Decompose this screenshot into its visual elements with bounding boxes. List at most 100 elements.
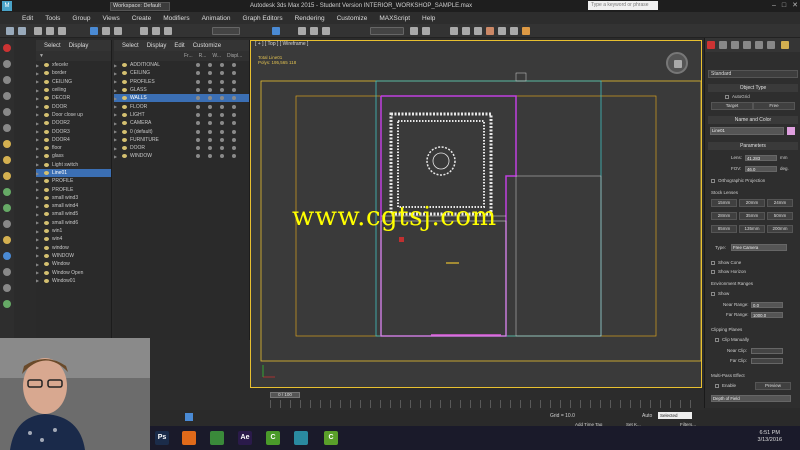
key-selection-dropdown[interactable]: Selected [658, 412, 692, 419]
explorer-row[interactable]: ▶ Window01 [36, 277, 111, 285]
layer-visibility-icon[interactable] [122, 154, 127, 159]
expand-arrow-icon[interactable]: ▶ [36, 129, 40, 134]
rectangular-selection-icon[interactable] [114, 27, 122, 35]
viewcube-face[interactable] [674, 60, 682, 68]
visibility-bulb-icon[interactable] [44, 171, 49, 175]
layer-toggle-icon[interactable] [208, 129, 212, 134]
preview-button[interactable]: Preview [755, 382, 791, 390]
menu-modifiers[interactable]: Modifiers [163, 15, 189, 22]
app-logo-icon[interactable]: M [2, 1, 12, 11]
visibility-bulb-icon[interactable] [44, 162, 49, 167]
scale-icon[interactable] [164, 27, 172, 35]
utilities-icon[interactable] [3, 124, 11, 132]
select-manipulate-icon[interactable] [272, 27, 280, 35]
expand-arrow-icon[interactable]: ▶ [36, 179, 40, 184]
fov-input[interactable]: 46.0 [745, 166, 777, 172]
hierarchy-icon[interactable] [3, 76, 11, 84]
visibility-bulb-icon[interactable] [44, 278, 49, 283]
menu-tools[interactable]: Tools [45, 15, 60, 22]
timeline-ticks[interactable] [270, 400, 700, 408]
modify-tab-icon[interactable] [719, 41, 727, 49]
expand-arrow-icon[interactable]: ▶ [114, 154, 118, 159]
show-horizon-checkbox[interactable] [711, 270, 715, 274]
explorer-row[interactable]: ▶ DOOR3 [36, 127, 111, 135]
visibility-bulb-icon[interactable] [44, 204, 49, 209]
explorer-menu-select[interactable]: Select [44, 43, 61, 49]
unlink-icon[interactable] [46, 27, 54, 35]
layer-visibility-icon[interactable] [122, 112, 127, 117]
expand-arrow-icon[interactable]: ▶ [36, 204, 40, 209]
far-range-input[interactable]: 1000.0 [751, 312, 783, 318]
visibility-bulb-icon[interactable] [44, 71, 49, 76]
lens-200mm-button[interactable]: 200mm [767, 225, 793, 233]
expand-arrow-icon[interactable]: ▶ [36, 220, 40, 225]
explorer-row[interactable]: ▶ CEILING [36, 78, 111, 86]
visibility-bulb-icon[interactable] [44, 187, 49, 192]
explorer-row[interactable]: ▶ Light switch [36, 161, 111, 169]
layers-icon[interactable] [3, 252, 11, 260]
minimize-icon[interactable]: – [772, 0, 776, 12]
explorer-row[interactable]: ▶ DOOR4 [36, 136, 111, 144]
layer-visibility-icon[interactable] [122, 121, 127, 126]
snaps-toggle-icon[interactable] [298, 27, 306, 35]
link-icon[interactable] [34, 27, 42, 35]
layer-toggle-icon[interactable] [196, 154, 200, 159]
explorer-row[interactable]: ▶ DOOR [36, 102, 111, 110]
visibility-bulb-icon[interactable] [44, 229, 49, 234]
clip-manually-checkbox[interactable] [715, 338, 719, 342]
expand-arrow-icon[interactable]: ▶ [36, 187, 40, 192]
layer-toggle-icon[interactable] [196, 137, 200, 142]
explorer-row[interactable]: ▶ small wind6 [36, 219, 111, 227]
target-camera-button[interactable]: Target [711, 102, 753, 110]
expand-arrow-icon[interactable]: ▶ [114, 146, 118, 151]
layer-toggle-icon[interactable] [232, 154, 236, 159]
multipass-effect-dropdown[interactable]: Depth of Field [711, 395, 791, 402]
layer-toggle-icon[interactable] [232, 146, 236, 151]
menu-animation[interactable]: Animation [202, 15, 231, 22]
far-clip-input[interactable] [751, 358, 783, 364]
select-object-icon[interactable] [90, 27, 98, 35]
layer-explorer-icon[interactable] [450, 27, 458, 35]
enable-multipass-checkbox[interactable] [715, 384, 719, 388]
visibility-bulb-icon[interactable] [44, 154, 49, 159]
layer-row[interactable]: ▶ PROFILES [114, 78, 249, 86]
menu-rendering[interactable]: Rendering [295, 15, 325, 22]
explorer-row[interactable]: ▶ win4 [36, 235, 111, 243]
display-tab-icon[interactable] [755, 41, 763, 49]
layer-visibility-icon[interactable] [122, 146, 127, 151]
layer-toggle-icon[interactable] [196, 63, 200, 68]
expand-arrow-icon[interactable]: ▶ [36, 253, 40, 258]
layer-row[interactable]: ▶ DOOR [114, 144, 249, 152]
expand-arrow-icon[interactable]: ▶ [36, 162, 40, 167]
layer-toggle-icon[interactable] [208, 63, 212, 68]
expand-arrow-icon[interactable]: ▶ [114, 137, 118, 142]
expand-arrow-icon[interactable]: ▶ [36, 154, 40, 159]
rendered-frame-window-icon[interactable] [510, 27, 518, 35]
layer-toggle-icon[interactable] [196, 79, 200, 84]
move-icon[interactable] [140, 27, 148, 35]
layer-row[interactable]: ▶ WINDOW [114, 152, 249, 160]
bind-space-warp-icon[interactable] [58, 27, 66, 35]
layer-toggle-icon[interactable] [220, 129, 224, 134]
layer-toggle-icon[interactable] [208, 79, 212, 84]
geometry-icon[interactable] [3, 188, 11, 196]
layer-toggle-icon[interactable] [208, 137, 212, 142]
layer-menu-display[interactable]: Display [147, 43, 167, 49]
expand-arrow-icon[interactable]: ▶ [36, 195, 40, 200]
free-camera-button[interactable]: Free [753, 102, 795, 110]
sort-icon[interactable] [3, 268, 11, 276]
expand-arrow-icon[interactable]: ▶ [114, 71, 118, 76]
expand-arrow-icon[interactable]: ▶ [36, 229, 40, 234]
layer-row[interactable]: ▶ LIGHT [114, 111, 249, 119]
expand-arrow-icon[interactable]: ▶ [114, 63, 118, 68]
expand-arrow-icon[interactable]: ▶ [36, 212, 40, 217]
mirror-icon[interactable] [410, 27, 418, 35]
expand-arrow-icon[interactable]: ▶ [36, 270, 40, 275]
name-color-rollout[interactable]: Name and Color [708, 116, 798, 124]
menu-maxscript[interactable]: MAXScript [379, 15, 410, 22]
layer-toggle-icon[interactable] [220, 121, 224, 126]
visibility-bulb-icon[interactable] [44, 96, 49, 101]
column-wire[interactable]: W... [212, 53, 221, 59]
layer-toggle-icon[interactable] [196, 121, 200, 126]
layer-toggle-icon[interactable] [220, 79, 224, 84]
